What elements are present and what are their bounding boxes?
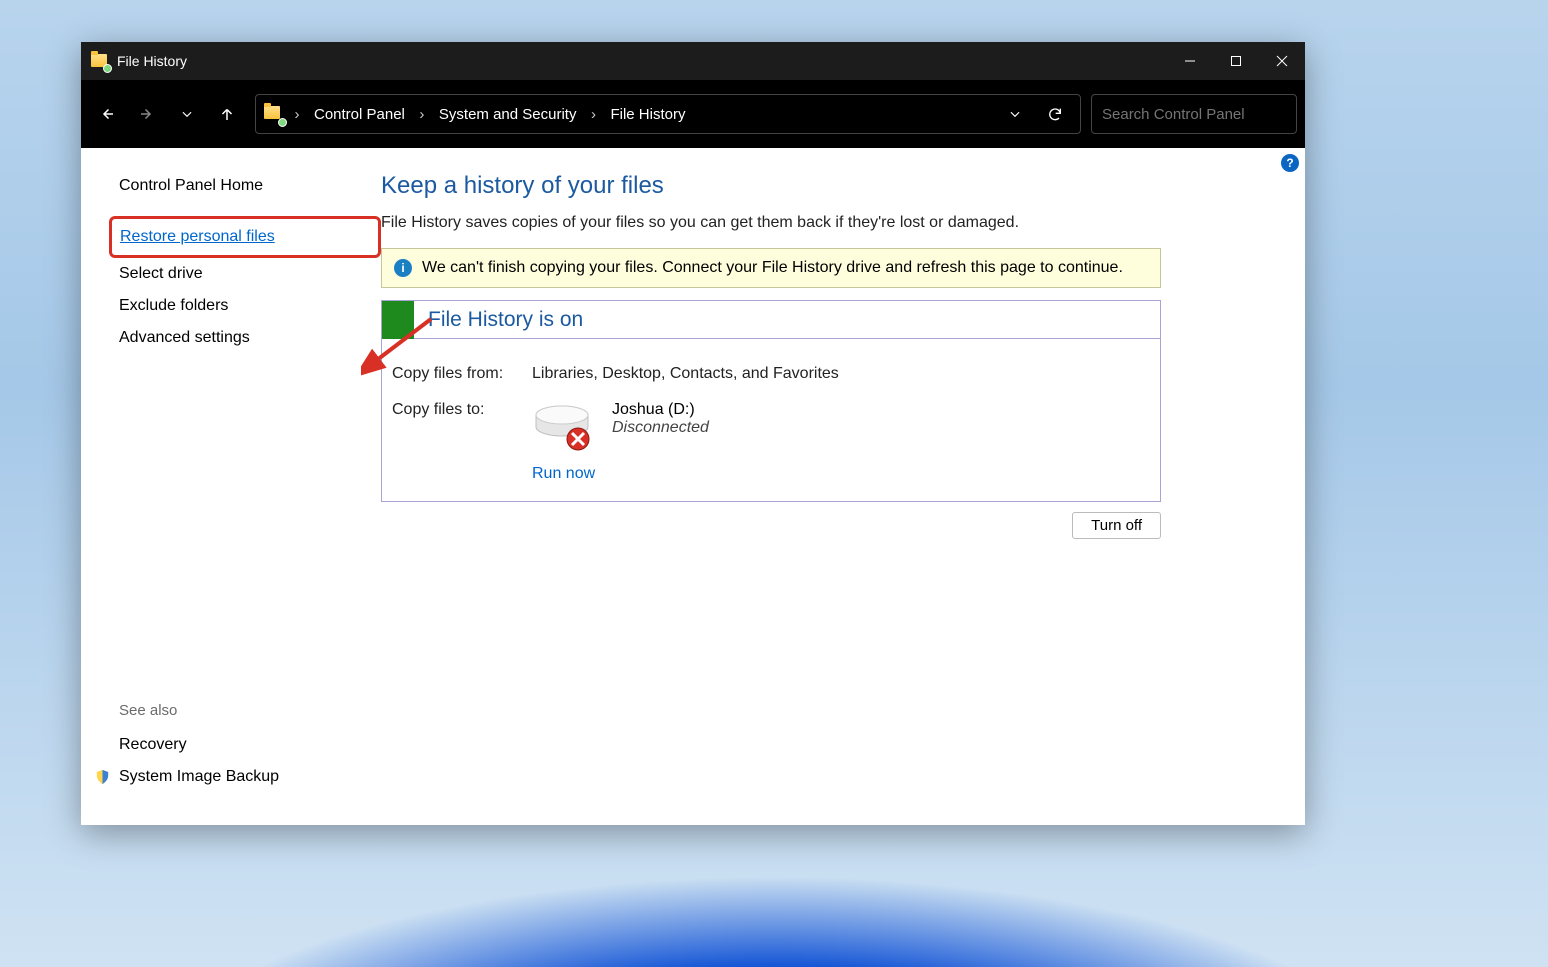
sidebar-advanced-settings[interactable]: Advanced settings: [119, 322, 381, 354]
sidebar-select-drive[interactable]: Select drive: [119, 258, 381, 290]
breadcrumb-file-history[interactable]: File History: [606, 102, 689, 127]
breadcrumb-system-security[interactable]: System and Security: [435, 102, 581, 127]
chevron-right-icon[interactable]: ›: [415, 106, 429, 123]
chevron-right-icon[interactable]: ›: [586, 106, 600, 123]
drive-disconnected-icon: [532, 401, 594, 451]
info-icon: i: [394, 259, 412, 277]
forward-button[interactable]: [129, 96, 165, 132]
recent-dropdown-button[interactable]: [169, 96, 205, 132]
status-header: File History is on: [382, 301, 1160, 339]
turn-off-button[interactable]: Turn off: [1072, 512, 1161, 539]
status-indicator-icon: [382, 301, 414, 339]
status-title: File History is on: [428, 308, 583, 332]
drive-status: Disconnected: [612, 419, 709, 437]
see-also-section: See also Recovery System Image Backup: [119, 702, 381, 813]
sidebar: Control Panel Home Restore personal file…: [81, 148, 381, 825]
warning-banner: i We can't finish copying your files. Co…: [381, 248, 1161, 288]
close-button[interactable]: [1259, 42, 1305, 80]
help-button[interactable]: ?: [1281, 154, 1299, 172]
annotation-highlight-box: Restore personal files: [109, 216, 381, 258]
see-also-label: See also: [119, 702, 381, 719]
see-also-system-image-backup[interactable]: System Image Backup: [119, 761, 279, 793]
window-title: File History: [117, 53, 187, 69]
drive-name: Joshua (D:): [612, 401, 709, 419]
file-history-window: File History › Control Pa: [81, 42, 1305, 825]
content-area: ? Control Panel Home Restore personal fi…: [81, 148, 1305, 825]
page-title: Keep a history of your files: [381, 172, 1161, 200]
maximize-button[interactable]: [1213, 42, 1259, 80]
back-button[interactable]: [89, 96, 125, 132]
copy-from-label: Copy files from:: [392, 365, 532, 383]
sidebar-restore-personal-files[interactable]: Restore personal files: [120, 221, 275, 253]
minimize-button[interactable]: [1167, 42, 1213, 80]
search-input[interactable]: [1102, 106, 1301, 123]
breadcrumb-control-panel[interactable]: Control Panel: [310, 102, 409, 127]
address-icon: [264, 104, 284, 124]
page-description: File History saves copies of your files …: [381, 214, 1161, 232]
navbar: › Control Panel › System and Security › …: [81, 80, 1305, 148]
run-now-link[interactable]: Run now: [532, 465, 595, 483]
sidebar-exclude-folders[interactable]: Exclude folders: [119, 290, 381, 322]
file-history-icon: [91, 52, 109, 70]
address-dropdown-button[interactable]: [998, 97, 1032, 131]
address-bar[interactable]: › Control Panel › System and Security › …: [255, 94, 1081, 134]
shield-icon: [94, 768, 111, 786]
copy-from-value: Libraries, Desktop, Contacts, and Favori…: [532, 365, 839, 383]
titlebar: File History: [81, 42, 1305, 80]
status-box: File History is on Copy files from: Libr…: [381, 300, 1161, 502]
refresh-button[interactable]: [1038, 97, 1072, 131]
copy-to-label: Copy files to:: [392, 401, 532, 451]
up-button[interactable]: [209, 96, 245, 132]
search-box[interactable]: [1091, 94, 1297, 134]
main-panel: Keep a history of your files File Histor…: [381, 148, 1305, 825]
chevron-right-icon[interactable]: ›: [290, 106, 304, 123]
see-also-recovery[interactable]: Recovery: [119, 729, 187, 761]
wallpaper: [0, 817, 1548, 967]
warning-text: We can't finish copying your files. Conn…: [422, 259, 1123, 277]
sidebar-control-panel-home[interactable]: Control Panel Home: [119, 170, 381, 202]
